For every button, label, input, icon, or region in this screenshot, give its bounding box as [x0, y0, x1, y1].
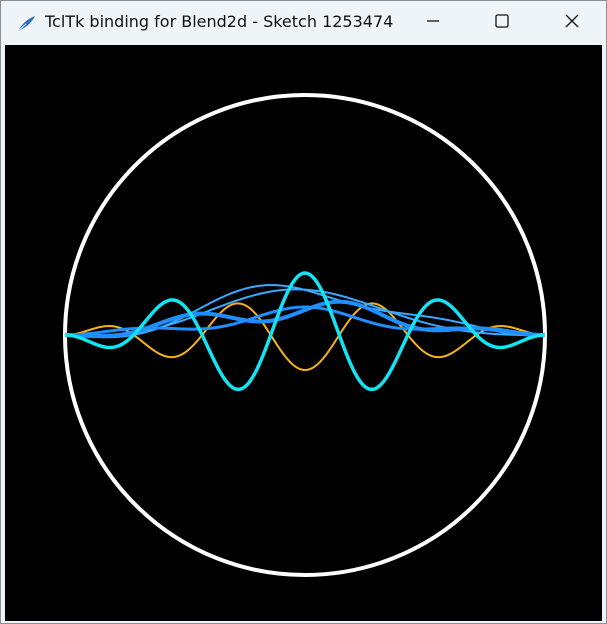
minimize-button[interactable] — [410, 1, 456, 45]
close-icon — [564, 13, 580, 33]
minimize-icon — [425, 13, 441, 33]
window-title: TclTk binding for Blend2d - Sketch 12534… — [45, 12, 394, 31]
app-window: TclTk binding for Blend2d - Sketch 12534… — [0, 0, 607, 624]
sketch-canvas[interactable] — [5, 45, 602, 621]
sketch-drawing — [63, 93, 547, 577]
title-bar[interactable]: TclTk binding for Blend2d - Sketch 12534… — [1, 1, 606, 45]
orange-wave — [64, 302, 546, 371]
maximize-button[interactable] — [479, 1, 525, 45]
close-button[interactable] — [549, 1, 595, 45]
maximize-icon — [494, 13, 510, 33]
feather-pen-icon — [15, 13, 37, 35]
